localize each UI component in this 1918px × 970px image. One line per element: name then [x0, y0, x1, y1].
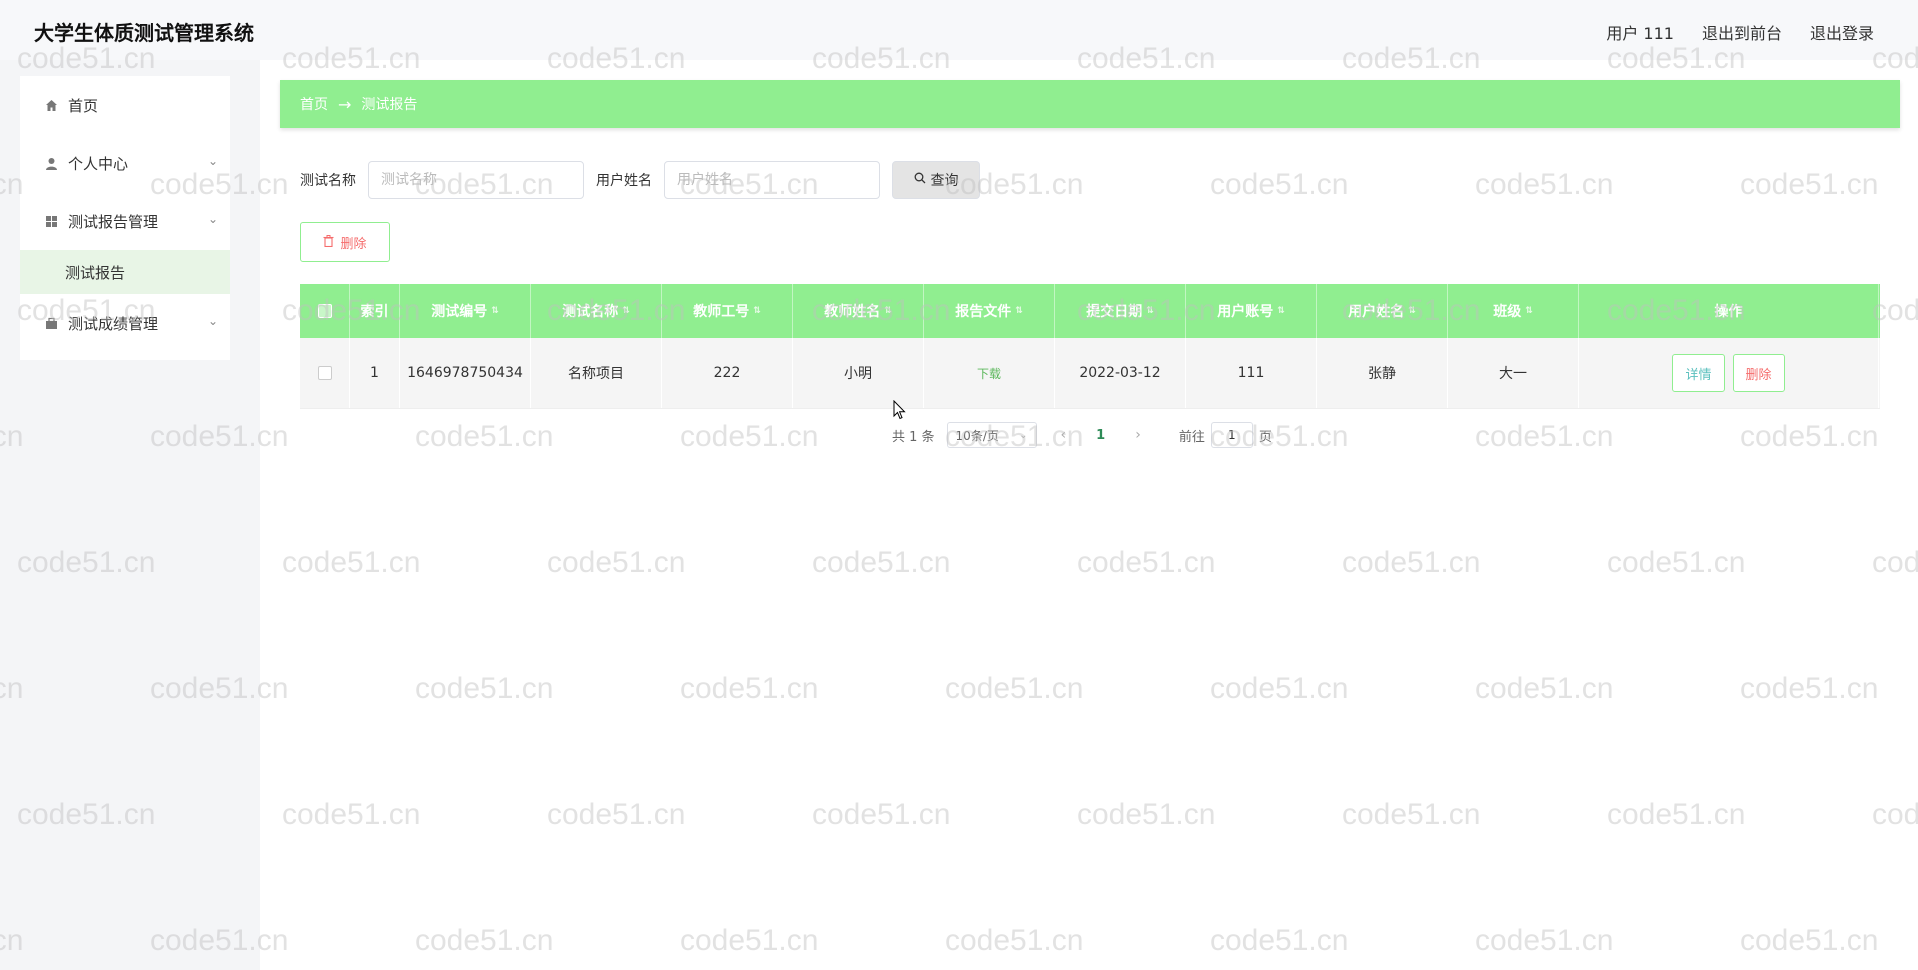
- page-size-value: 10条/页: [955, 428, 999, 443]
- detail-button[interactable]: 详情: [1672, 354, 1725, 392]
- next-page-icon[interactable]: ›: [1135, 427, 1141, 443]
- test-name-label: 测试名称: [300, 173, 356, 189]
- exit-to-front-link[interactable]: 退出到前台: [1702, 20, 1782, 44]
- grid-icon: [44, 214, 58, 228]
- sidebar-item-test-report-management[interactable]: 测试报告管理 ⌄: [20, 192, 230, 250]
- breadcrumb-home[interactable]: 首页: [300, 94, 328, 114]
- pagination: 共 1 条 10条/页 ⌄ ‹ 1 › 前往 1 页: [892, 422, 1272, 448]
- sidebar-menu: 首页 个人中心 ⌄ 测试报告管理 ⌄ 测试报告 测试成绩管理 ⌄: [20, 76, 230, 360]
- chevron-down-icon: ⌄: [1019, 429, 1028, 441]
- search-icon: [914, 172, 926, 188]
- logout-link[interactable]: 退出登录: [1810, 20, 1874, 44]
- cell-class: 大一: [1448, 338, 1579, 408]
- top-header: 大学生体质测试管理系统 用户 111 退出到前台 退出登录: [0, 0, 1918, 60]
- cell-user-name: 张静: [1317, 338, 1448, 408]
- table-header: 索引 测试编号 ⇅ 测试名称 ⇅ 教师工号 ⇅ 教师姓名 ⇅ 报告文件 ⇅ 提交日期 ⇅ 用…: [300, 284, 1880, 338]
- user-label: 用户 111: [1606, 24, 1674, 43]
- sort-icon: ⇅: [622, 306, 630, 316]
- row-delete-button[interactable]: 删除: [1732, 354, 1785, 392]
- query-button[interactable]: 查询: [892, 161, 980, 199]
- batch-delete-button[interactable]: 删除: [300, 222, 390, 262]
- app-title: 大学生体质测试管理系统: [34, 21, 254, 45]
- breadcrumb: 首页 → 测试报告: [280, 80, 1900, 128]
- goto-label: 前往: [1178, 429, 1205, 445]
- column-header-teacher-id[interactable]: 教师工号 ⇅: [662, 284, 793, 338]
- sort-icon: ⇅: [1146, 306, 1154, 316]
- column-header-actions: 操作: [1579, 284, 1879, 338]
- cell-test-name: 名称项目: [531, 338, 662, 408]
- mouse-cursor-icon: [893, 400, 906, 420]
- page-suffix-label: 页: [1258, 429, 1272, 445]
- batch-delete-label: 删除: [340, 236, 367, 252]
- cell-submit-date: 2022-03-12: [1055, 338, 1186, 408]
- column-header-teacher-name[interactable]: 教师姓名 ⇅: [793, 284, 924, 338]
- sort-icon: ⇅: [491, 306, 499, 316]
- sidebar-item-test-score-management[interactable]: 测试成绩管理 ⌄: [20, 294, 230, 352]
- test-name-input[interactable]: 测试名称: [368, 161, 584, 199]
- column-header-user-account[interactable]: 用户账号 ⇅: [1186, 284, 1317, 338]
- sidebar-subitem-test-report[interactable]: 测试报告: [20, 250, 230, 294]
- page-number-current[interactable]: 1: [1096, 428, 1105, 443]
- sort-icon: ⇅: [884, 306, 892, 316]
- row-checkbox[interactable]: [317, 366, 332, 380]
- report-table: 索引 测试编号 ⇅ 测试名称 ⇅ 教师工号 ⇅ 教师姓名 ⇅ 报告文件 ⇅ 提交日期 ⇅ 用…: [300, 284, 1880, 409]
- header-actions: 用户 111 退出到前台 退出登录: [1606, 20, 1874, 44]
- main-content: 首页 → 测试报告 测试名称 测试名称 用户姓名 用户姓名 查询 删除 索引 测…: [260, 60, 1918, 970]
- sort-icon: ⇅: [1277, 306, 1285, 316]
- sort-icon: ⇅: [1525, 306, 1533, 316]
- query-button-label: 查询: [930, 173, 959, 189]
- search-form: 测试名称 测试名称 用户姓名 用户姓名 查询: [300, 160, 980, 200]
- sort-icon: ⇅: [753, 306, 761, 316]
- sidebar-item-home[interactable]: 首页: [20, 76, 230, 134]
- row-checkbox-cell[interactable]: [300, 338, 350, 408]
- column-header-index: 索引: [350, 284, 400, 338]
- cell-teacher-id: 222: [662, 338, 793, 408]
- column-header-class[interactable]: 班级 ⇅: [1448, 284, 1579, 338]
- sort-icon: ⇅: [1408, 306, 1416, 316]
- select-all-checkbox-cell[interactable]: [300, 284, 350, 338]
- cell-test-no: 1646978750434: [400, 338, 531, 408]
- chevron-down-icon: ⌄: [207, 212, 218, 226]
- column-header-user-name[interactable]: 用户姓名 ⇅: [1317, 284, 1448, 338]
- breadcrumb-arrow-icon: →: [338, 94, 352, 114]
- trash-icon: [323, 234, 334, 250]
- sidebar-item-label: 首页: [68, 96, 99, 115]
- column-header-test-no[interactable]: 测试编号 ⇅: [400, 284, 531, 338]
- sidebar-item-personal-center[interactable]: 个人中心 ⌄: [20, 134, 230, 192]
- table-row: 1 1646978750434 名称项目 222 小明 下载 2022-03-1…: [300, 338, 1880, 409]
- breadcrumb-current: 测试报告: [361, 97, 418, 113]
- sidebar-item-label: 个人中心: [68, 154, 129, 173]
- briefcase-icon: [44, 316, 58, 330]
- user-name-label: 用户姓名: [596, 173, 652, 189]
- chevron-down-icon: ⌄: [207, 314, 218, 328]
- user-icon: [44, 156, 58, 170]
- sidebar: 首页 个人中心 ⌄ 测试报告管理 ⌄ 测试报告 测试成绩管理 ⌄: [0, 60, 260, 970]
- cell-index: 1: [350, 338, 400, 408]
- prev-page-icon[interactable]: ‹: [1061, 427, 1067, 443]
- cell-user-account: 111: [1186, 338, 1317, 408]
- user-name-input[interactable]: 用户姓名: [664, 161, 880, 199]
- cell-teacher-name: 小明: [793, 338, 924, 408]
- cell-actions: 详情 删除: [1579, 338, 1879, 408]
- column-header-test-name[interactable]: 测试名称 ⇅: [531, 284, 662, 338]
- goto-page-input[interactable]: 1: [1210, 422, 1253, 448]
- download-link[interactable]: 下载: [977, 365, 1001, 382]
- sidebar-item-label: 测试报告管理: [68, 212, 159, 231]
- home-icon: [44, 98, 58, 112]
- cell-report-file: 下载: [924, 338, 1055, 408]
- sort-icon: ⇅: [1015, 306, 1023, 316]
- sidebar-item-label: 测试成绩管理: [68, 314, 159, 333]
- column-header-report-file[interactable]: 报告文件 ⇅: [924, 284, 1055, 338]
- column-header-submit-date[interactable]: 提交日期 ⇅: [1055, 284, 1186, 338]
- chevron-down-icon: ⌄: [207, 154, 218, 168]
- select-all-checkbox[interactable]: [317, 304, 332, 318]
- pagination-total: 共 1 条: [892, 429, 935, 445]
- page-size-select[interactable]: 10条/页 ⌄: [946, 422, 1037, 448]
